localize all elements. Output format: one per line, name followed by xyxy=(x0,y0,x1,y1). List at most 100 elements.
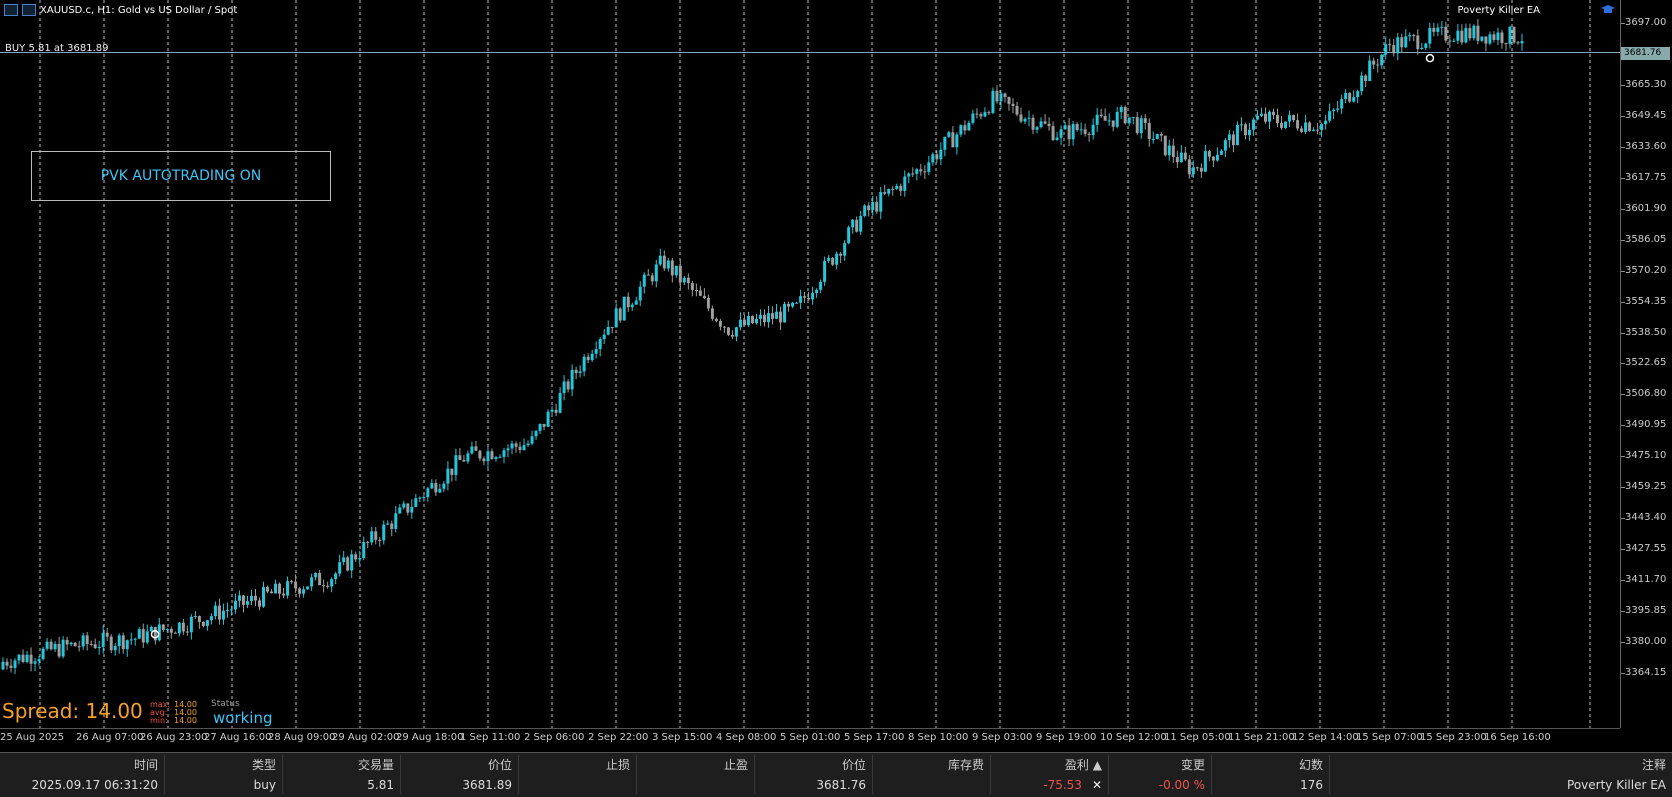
candle-body xyxy=(366,542,370,544)
candle-body xyxy=(1400,37,1404,48)
header-sl[interactable]: 止损 xyxy=(519,755,637,775)
cell-sl[interactable] xyxy=(519,775,637,795)
candle-body xyxy=(602,334,606,340)
candle-body xyxy=(185,631,189,633)
candle-body xyxy=(1227,134,1231,141)
time-tick-label: 9 Sep 19:00 xyxy=(1036,732,1097,743)
graduation-cap-icon[interactable] xyxy=(1601,5,1615,15)
candlestick-chart[interactable] xyxy=(0,0,1620,728)
cell-tp[interactable] xyxy=(637,775,755,795)
header-comment[interactable]: 注释 xyxy=(1330,755,1672,775)
candle-body xyxy=(1344,92,1348,100)
trade-marker-icon[interactable] xyxy=(1425,53,1435,63)
symbol-icon[interactable] xyxy=(22,4,36,16)
time-tick-label: 5 Sep 01:00 xyxy=(780,732,841,743)
candle-body xyxy=(1412,35,1416,37)
candle-body xyxy=(1083,129,1087,134)
candle-body xyxy=(89,643,93,645)
menu-icon[interactable] xyxy=(4,4,18,16)
candle-body xyxy=(1231,134,1235,146)
candle-body xyxy=(767,313,771,323)
candle-body xyxy=(666,260,670,269)
candle-body xyxy=(658,255,662,265)
candle-body xyxy=(1368,60,1372,82)
candle-body xyxy=(811,292,815,300)
header-volume[interactable]: 交易量 xyxy=(283,755,401,775)
header-price[interactable]: 价位 xyxy=(755,755,873,775)
candle-body xyxy=(1091,124,1095,136)
candle-body xyxy=(943,136,947,150)
time-axis[interactable]: 25 Aug 2025 26 Aug 07:00 26 Aug 23:00 27 Au… xyxy=(0,728,1620,746)
chart-area[interactable]: XAUUSD.c, H1: Gold vs US Dollar / Spot B… xyxy=(0,0,1620,729)
candle-body xyxy=(1476,25,1480,41)
header-open-price[interactable]: 价位 xyxy=(401,755,519,775)
candle-body xyxy=(450,468,454,475)
candle-body xyxy=(121,635,125,650)
candle-body xyxy=(843,243,847,256)
candle-body xyxy=(915,169,919,174)
candle-body xyxy=(81,635,85,647)
header-swap[interactable]: 库存费 xyxy=(873,755,991,775)
candle-body xyxy=(1207,151,1211,157)
time-tick-label: 29 Aug 18:00 xyxy=(396,732,464,743)
time-tick-label: 10 Sep 12:00 xyxy=(1100,732,1167,743)
candle-body xyxy=(322,585,326,587)
price-tick-label: 3538.50 xyxy=(1625,326,1667,338)
candle-body xyxy=(17,654,21,661)
price-tick-label: 3364.15 xyxy=(1625,667,1667,678)
candle-body xyxy=(1372,60,1376,65)
header-change[interactable]: 变更 xyxy=(1109,755,1212,775)
candle-body xyxy=(867,205,871,211)
header-profit[interactable]: 盈利 ▲ xyxy=(991,755,1109,775)
sort-up-icon: ▲ xyxy=(1092,758,1102,772)
candle-body xyxy=(1043,121,1047,124)
candle-body xyxy=(1191,167,1195,175)
candle-body xyxy=(1500,32,1504,44)
candle-body xyxy=(1300,128,1304,132)
close-position-icon[interactable]: ✕ xyxy=(1092,775,1102,795)
header-tp[interactable]: 止盈 xyxy=(637,755,755,775)
candle-body xyxy=(831,257,835,265)
candle-body xyxy=(891,188,895,190)
candle-body xyxy=(1255,115,1259,120)
candle-body xyxy=(1003,93,1007,98)
candle-body xyxy=(354,554,358,560)
trade-table[interactable]: 时间 类型 交易量 价位 止损 止盈 价位 库存费 盈利 ▲ 变更 幻数 注释 … xyxy=(0,752,1672,797)
candle-body xyxy=(145,631,149,643)
candle-body xyxy=(326,585,330,587)
candle-body xyxy=(959,125,963,135)
table-row[interactable]: 2025.09.17 06:31:20 buy 5.81 3681.89 368… xyxy=(0,775,1672,795)
candle-body xyxy=(1492,34,1496,40)
candle-body xyxy=(181,622,185,632)
candle-body xyxy=(931,154,935,163)
candle-body xyxy=(378,539,382,541)
candle-body xyxy=(225,610,229,612)
candle-body xyxy=(342,557,346,563)
candle-body xyxy=(775,311,779,319)
candle-body xyxy=(45,641,49,649)
autotrading-panel[interactable]: PVK AUTOTRADING ON xyxy=(31,151,331,201)
candle-body xyxy=(61,639,65,657)
candle-body xyxy=(406,503,410,513)
candle-body xyxy=(177,622,181,634)
time-tick-label: 15 Sep 07:00 xyxy=(1356,732,1423,743)
candle-body xyxy=(590,353,594,361)
price-tick-label: 3506.80 xyxy=(1625,388,1667,400)
header-magic[interactable]: 幻数 xyxy=(1212,755,1330,775)
candle-body xyxy=(69,642,73,645)
header-type[interactable]: 类型 xyxy=(165,755,283,775)
header-time[interactable]: 时间 xyxy=(0,755,165,775)
spread-min-value: 14.00 xyxy=(174,716,197,725)
price-tick-label: 3459.25 xyxy=(1625,481,1667,493)
candle-body xyxy=(298,588,302,594)
candle-body xyxy=(494,457,498,460)
candle-body xyxy=(542,423,546,427)
candle-body xyxy=(1131,117,1135,119)
candle-body xyxy=(1460,30,1464,43)
time-tick-label: 9 Sep 03:00 xyxy=(972,732,1033,743)
price-scale[interactable]: 3697.00 3665.30 3649.45 3633.60 3617.75 3601.… xyxy=(1620,0,1672,728)
candle-body xyxy=(518,446,522,450)
candle-body xyxy=(338,562,342,574)
candle-body xyxy=(1432,27,1436,32)
candle-body xyxy=(1392,45,1396,54)
